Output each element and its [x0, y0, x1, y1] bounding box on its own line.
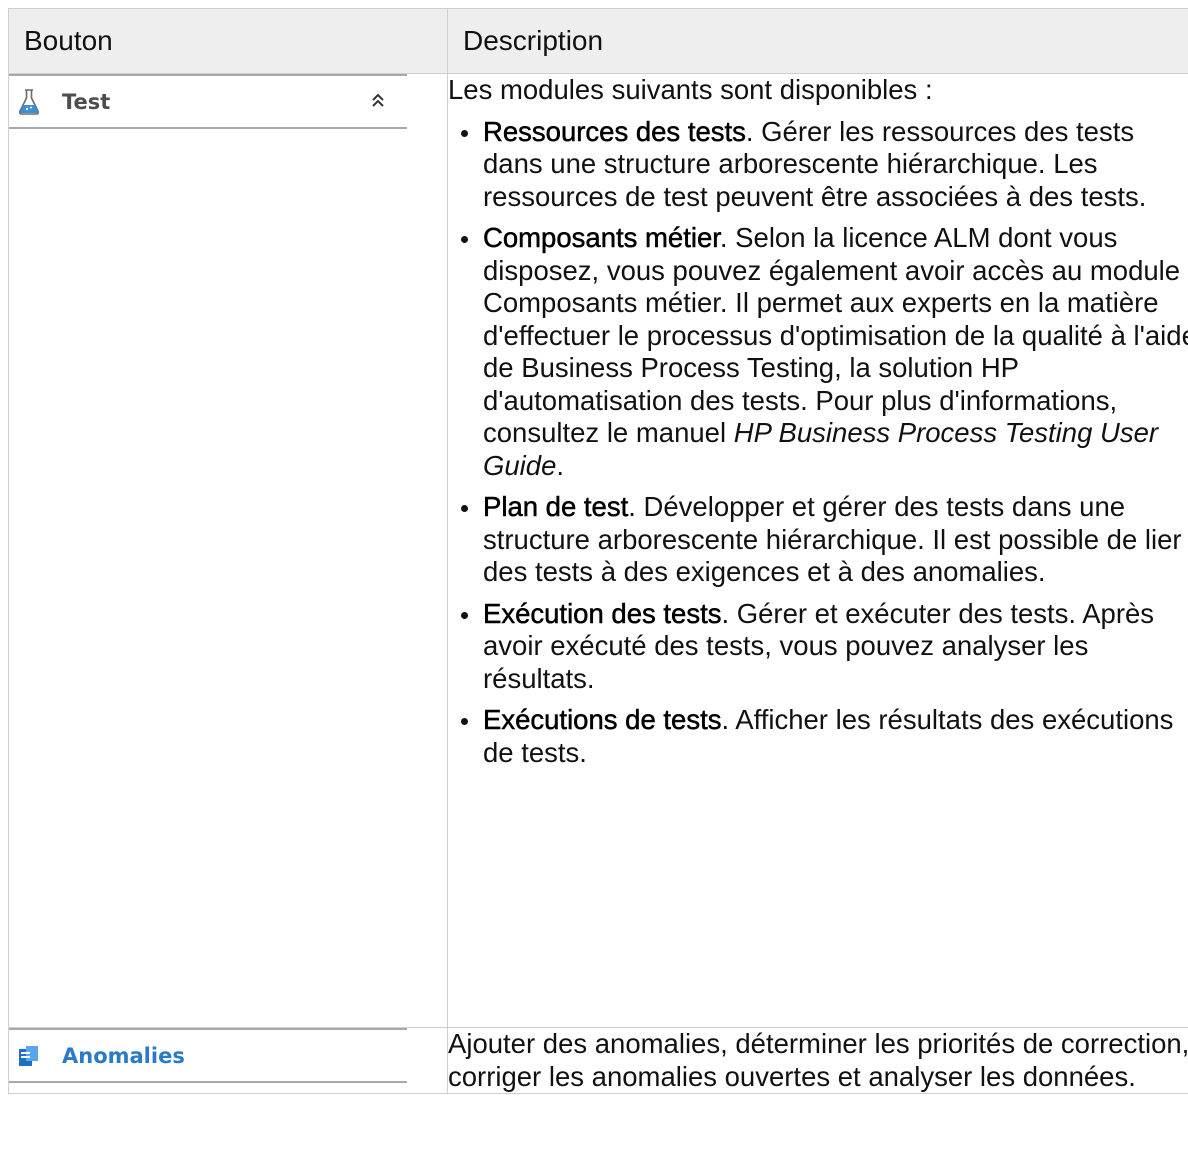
- description-cell-test: Les modules suivants sont disponibles : …: [447, 73, 1188, 1028]
- item-title: Plan de test: [483, 491, 629, 523]
- list-item: Exécution des tests. Gérer et exécuter d…: [448, 597, 1188, 696]
- item-title: Exécution des tests: [483, 597, 722, 629]
- item-title: Composants métier: [483, 222, 720, 254]
- test-module-label: Test: [62, 89, 111, 114]
- list-item: Plan de test. Développer et gérer des te…: [448, 491, 1188, 589]
- double-chevron-up-icon[interactable]: [371, 91, 385, 109]
- list-item: Ressources des tests. Gérer les ressourc…: [448, 115, 1188, 214]
- test-module-button[interactable]: Test: [9, 74, 407, 129]
- description-cell-anomalies: Ajouter des anomalies, déterminer les pr…: [447, 1027, 1188, 1094]
- table-header-row: Bouton Description: [8, 8, 1188, 74]
- button-cell-test: Test: [8, 73, 448, 1028]
- flask-icon: [18, 88, 40, 115]
- column-header-bouton: Bouton: [8, 8, 448, 74]
- item-title: Exécutions de tests: [483, 704, 722, 736]
- table-row-anomalies: Anomalies Ajouter des anomalies, détermi…: [8, 1027, 1188, 1094]
- list-item: Composants métier. Selon la licence ALM …: [448, 222, 1188, 482]
- anomalies-module-label: Anomalies: [62, 1043, 185, 1068]
- table-row-test: Test Les modules suivants sont disponibl…: [8, 73, 1188, 1028]
- item-text: . Selon la licence ALM dont vous dispose…: [483, 222, 1188, 448]
- button-cell-anomalies: Anomalies: [8, 1027, 448, 1094]
- module-buttons-table: Bouton Description Test Les modules suiv…: [8, 8, 1188, 1094]
- modules-list: Ressources des tests. Gérer les ressourc…: [448, 115, 1188, 770]
- anomalies-description: Ajouter des anomalies, déterminer les pr…: [448, 1028, 1188, 1092]
- column-header-description: Description: [447, 8, 1188, 74]
- modules-intro: Les modules suivants sont disponibles :: [448, 74, 933, 105]
- item-tail: .: [556, 449, 565, 481]
- anomalies-module-button[interactable]: Anomalies: [9, 1028, 407, 1083]
- list-item: Exécutions de tests. Afficher les résult…: [448, 704, 1188, 769]
- item-title: Ressources des tests: [483, 115, 746, 147]
- defects-icon: [18, 1043, 40, 1069]
